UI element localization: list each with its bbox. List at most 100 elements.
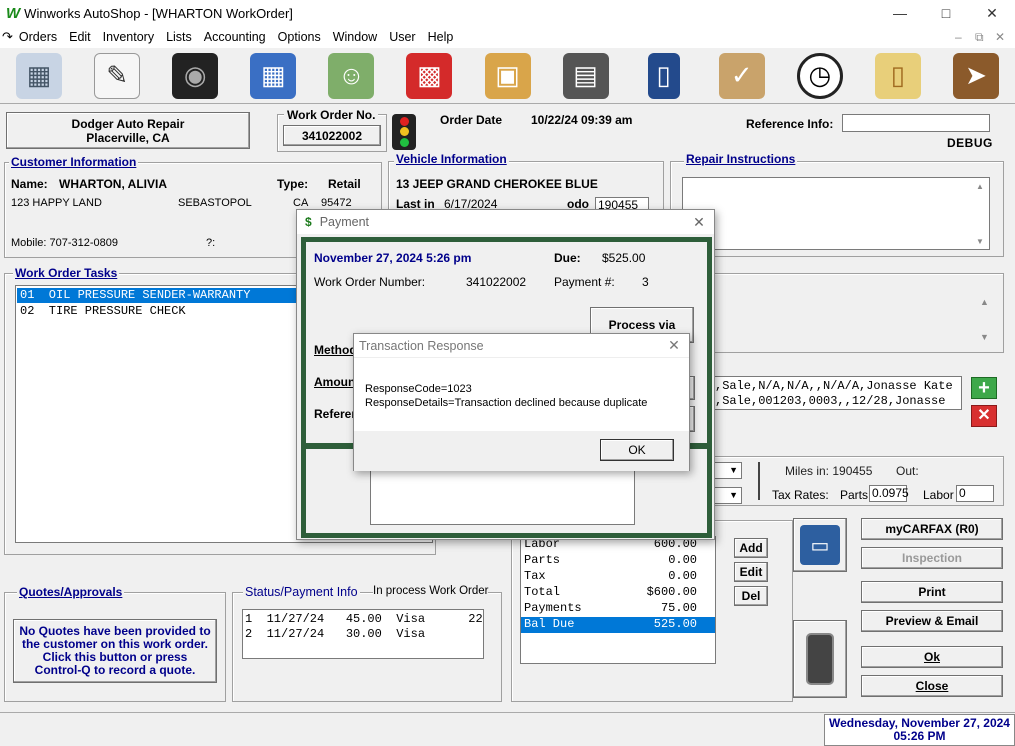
delete-payment-icon[interactable]: ✕ <box>971 405 997 427</box>
customer-city: SEBASTOPOL <box>178 197 252 209</box>
shop-city: Placerville, CA <box>86 130 170 145</box>
payment-wo: 341022002 <box>466 275 527 289</box>
maximize-button[interactable]: □ <box>923 0 969 26</box>
payments-list[interactable]: ,Sale,N/A,N/A,,N/A/A,Jonasse Kate ,Sale,… <box>690 376 962 410</box>
menu-accounting[interactable]: Accounting <box>204 30 266 44</box>
status-row[interactable]: 2 11/27/24 30.00 Visa <box>243 627 483 642</box>
payment-row[interactable]: ,Sale,001203,0003,,12/28,Jonasse <box>715 394 961 409</box>
payment-close-icon[interactable]: ✕ <box>684 214 714 231</box>
menu-lists[interactable]: Lists <box>166 30 192 44</box>
task-item[interactable]: 02 TIRE PRESSURE CHECK <box>17 304 303 319</box>
calendar-icon: ▦ <box>250 52 297 99</box>
binoculars-icon: ◉ <box>172 52 219 99</box>
payment-notes-box[interactable] <box>370 468 635 525</box>
customer-type-label: Type: <box>277 177 309 191</box>
task-item[interactable]: 01 OIL PRESSURE SENDER-WARRANTY <box>17 288 303 303</box>
transaction-dialog-title: Transaction Response <box>359 338 484 353</box>
mdi-restore-button[interactable]: ⧉ <box>975 30 995 45</box>
phone-button[interactable]: ▯ <box>625 49 703 103</box>
mycarfax-button[interactable]: myCARFAX (R0) <box>861 518 1003 540</box>
menu-help[interactable]: Help <box>428 30 454 44</box>
customer-name[interactable]: WHARTON, ALIVIA <box>59 177 167 191</box>
repair-textarea[interactable] <box>682 177 990 250</box>
tool-icon-button[interactable]: ▭ <box>793 518 847 572</box>
mobile-icon-button[interactable] <box>793 620 847 698</box>
menu-options[interactable]: Options <box>278 30 321 44</box>
traffic-light-icon[interactable] <box>392 114 416 150</box>
exit-button[interactable]: ➤ <box>937 49 1015 103</box>
vehicles-button[interactable]: ▩ <box>390 49 468 103</box>
vehicle-desc[interactable]: 13 JEEP GRAND CHEROKEE BLUE <box>396 177 598 191</box>
repair-scroll-up-icon[interactable]: ▲ <box>976 182 984 191</box>
payment-row[interactable]: ,Sale,N/A,N/A,,N/A/A,Jonasse Kate <box>715 379 961 394</box>
menu-edit[interactable]: Edit <box>69 30 91 44</box>
system-menu-icon[interactable]: ↷ <box>2 29 13 45</box>
debug-label: DEBUG <box>947 136 993 150</box>
close-window-button[interactable]: ✕ <box>969 0 1015 26</box>
payment-due: $525.00 <box>602 251 646 265</box>
reference-label: Reference Info: <box>746 117 834 131</box>
del-button[interactable]: Del <box>734 586 768 606</box>
gift-card-icon: ▯ <box>874 52 921 99</box>
status-row[interactable]: 1 11/27/24 45.00 Visa 22671 <box>243 612 483 627</box>
payment-wo-label: Work Order Number: <box>314 275 426 289</box>
payment-due-label: Due: <box>554 251 581 265</box>
response-code: ResponseCode=1023 <box>365 383 472 395</box>
chevron-down-icon: ▼ <box>729 490 738 500</box>
repair-scroll-down-icon[interactable]: ▼ <box>976 237 984 246</box>
reference-input[interactable] <box>842 114 990 132</box>
minimize-button[interactable]: — <box>877 0 923 26</box>
tasks-title[interactable]: Work Order Tasks <box>13 266 120 280</box>
notepad-button[interactable]: ✎ <box>78 49 156 103</box>
notes-scroll-up-icon[interactable]: ▲ <box>980 297 989 307</box>
close-main-button[interactable]: Close <box>861 675 1003 697</box>
register-button[interactable]: ▤ <box>547 49 625 103</box>
notes-group <box>700 273 1004 353</box>
ok-main-button[interactable]: Ok <box>861 646 1003 668</box>
checklist-button[interactable]: ✓ <box>703 49 781 103</box>
inventory-button[interactable]: ▣ <box>468 49 546 103</box>
print-button[interactable]: Print <box>861 581 1003 603</box>
search-button[interactable]: ◉ <box>156 49 234 103</box>
menu-user[interactable]: User <box>389 30 415 44</box>
notes-scroll-down-icon[interactable]: ▼ <box>980 332 989 342</box>
transaction-body: ResponseCode=1023 ResponseDetails=Transa… <box>354 358 689 431</box>
parts-total-label: Parts <box>524 553 561 567</box>
transaction-ok-button[interactable]: OK <box>600 439 674 461</box>
workorder-label: Work Order No. <box>284 108 379 122</box>
add-button[interactable]: Add <box>734 538 768 558</box>
reference-field-label: Referen <box>314 407 359 421</box>
shop-name: Dodger Auto Repair <box>71 116 185 131</box>
calculator-icon: ▦ <box>16 52 63 99</box>
payment-dialog-title: Payment <box>319 215 370 229</box>
giftcard-button[interactable]: ▯ <box>859 49 937 103</box>
labor-rate-input[interactable]: 0 <box>956 485 994 502</box>
clock-icon: ◷ <box>796 52 843 99</box>
quotes-button[interactable]: No Quotes have been provided to the cust… <box>13 619 217 683</box>
inspection-button[interactable]: Inspection <box>861 547 1003 569</box>
payment-num: 3 <box>642 275 649 289</box>
vehicle-title[interactable]: Vehicle Information <box>394 152 509 166</box>
mdi-minimize-button[interactable]: – <box>955 30 975 44</box>
parts-rate-input[interactable]: 0.0975 <box>869 485 909 502</box>
mdi-close-button[interactable]: ✕ <box>995 30 1015 44</box>
status-list[interactable]: 1 11/27/24 45.00 Visa 22671 2 11/27/24 3… <box>242 609 484 659</box>
payments-total: 75.00 <box>660 601 697 615</box>
edit-button[interactable]: Edit <box>734 562 768 582</box>
menu-orders[interactable]: Orders <box>19 30 57 44</box>
menu-window[interactable]: Window <box>333 30 377 44</box>
add-payment-icon[interactable]: + <box>971 377 997 399</box>
customers-button[interactable]: ☺ <box>312 49 390 103</box>
customer-mobile: Mobile: 707-312-0809 <box>11 237 119 249</box>
transaction-close-icon[interactable]: ✕ <box>659 337 689 354</box>
calculator-button[interactable]: ▦ <box>0 49 78 103</box>
chevron-down-icon: ▼ <box>729 465 738 475</box>
menu-inventory[interactable]: Inventory <box>103 30 154 44</box>
preview-email-button[interactable]: Preview & Email <box>861 610 1003 632</box>
timeclock-button[interactable]: ◷ <box>781 49 859 103</box>
tax-total: 0.00 <box>668 569 697 583</box>
calendar-button[interactable]: ▦ <box>234 49 312 103</box>
customer-title[interactable]: Customer Information <box>9 155 139 169</box>
shop-info-box[interactable]: Dodger Auto Repair Placerville, CA <box>6 112 250 149</box>
mobile-device-icon <box>806 633 834 685</box>
